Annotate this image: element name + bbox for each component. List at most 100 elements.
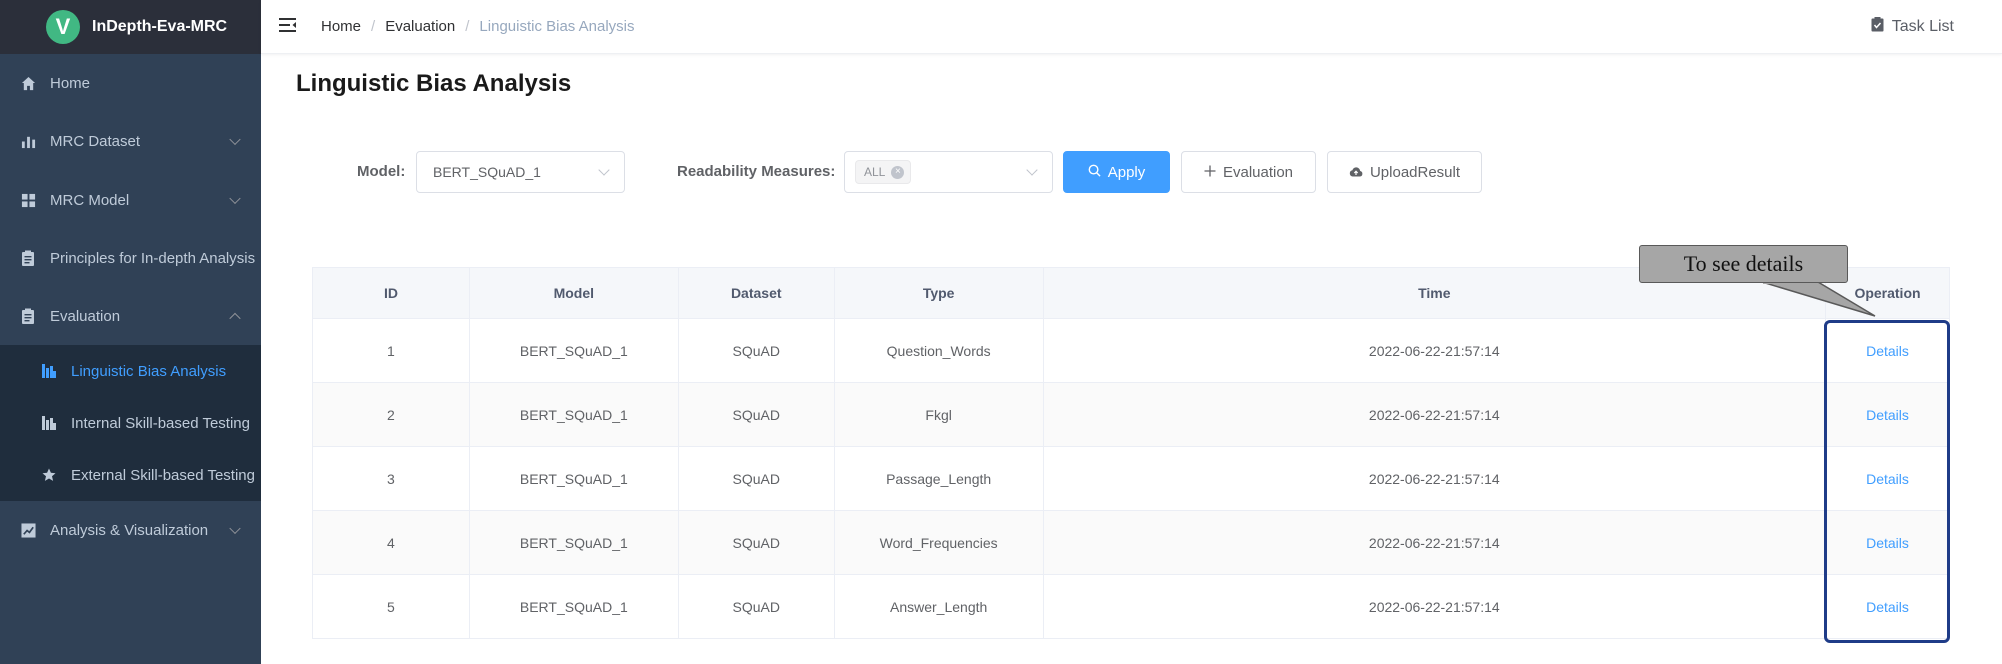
- cell-type: Fkgl: [833, 382, 1044, 447]
- top-navbar: Home / Evaluation / Linguistic Bias Anal…: [261, 0, 2002, 54]
- grid-icon: [20, 192, 36, 208]
- app-logo: V: [46, 10, 80, 44]
- sidebar-item-label: Home: [50, 74, 91, 92]
- table-row: 1 BERT_SQuAD_1 SQuAD Question_Words 2022…: [312, 318, 1950, 383]
- sidebar-item-principles[interactable]: Principles for In-depth Analysis: [0, 229, 261, 287]
- sidebar-item-label: Linguistic Bias Analysis: [71, 362, 227, 380]
- app-title: InDepth-Eva-MRC: [92, 18, 228, 35]
- sidebar: V InDepth-Eva-MRC Home MRC Dataset MRC M…: [0, 0, 261, 664]
- cell-model: BERT_SQuAD_1: [468, 510, 679, 575]
- table-row: 3 BERT_SQuAD_1 SQuAD Passage_Length 2022…: [312, 446, 1950, 511]
- page-title: Linguistic Bias Analysis: [296, 70, 572, 97]
- chevron-up-icon: [229, 312, 241, 325]
- clipboard-icon: [20, 308, 36, 324]
- column-header-id: ID: [312, 267, 470, 319]
- cell-model: BERT_SQuAD_1: [468, 318, 679, 383]
- brand[interactable]: V InDepth-Eva-MRC: [0, 0, 261, 54]
- results-table: ID Model Dataset Type Time Operation 1 B…: [312, 267, 1950, 639]
- sidebar-item-label: MRC Dataset: [50, 132, 141, 150]
- evaluation-button-label: Evaluation: [1222, 163, 1294, 181]
- breadcrumb-separator: /: [371, 18, 376, 35]
- sidebar-item-label: External Skill-based Testing: [71, 466, 255, 484]
- cell-dataset: SQuAD: [677, 382, 835, 447]
- table-row: 2 BERT_SQuAD_1 SQuAD Fkgl 2022-06-22-21:…: [312, 382, 1950, 447]
- search-icon: [1088, 164, 1101, 181]
- cell-type: Answer_Length: [833, 574, 1044, 639]
- sidebar-item-external-skill[interactable]: External Skill-based Testing: [0, 449, 261, 501]
- cell-model: BERT_SQuAD_1: [468, 382, 679, 447]
- chart-bars-icon: [42, 416, 56, 430]
- home-icon: [20, 75, 36, 91]
- table-row: 4 BERT_SQuAD_1 SQuAD Word_Frequencies 20…: [312, 510, 1950, 575]
- operation-highlight-box: [1824, 320, 1950, 643]
- cell-model: BERT_SQuAD_1: [468, 574, 679, 639]
- cell-type: Word_Frequencies: [833, 510, 1044, 575]
- hamburger-icon[interactable]: [279, 17, 297, 33]
- sidebar-item-linguistic-bias[interactable]: Linguistic Bias Analysis: [0, 345, 261, 397]
- task-list-label: Task List: [1891, 18, 1954, 35]
- sidebar-item-mrc-dataset[interactable]: MRC Dataset: [0, 112, 261, 170]
- chart-bars-icon: [42, 364, 56, 378]
- column-header-type: Type: [833, 267, 1044, 319]
- cell-dataset: SQuAD: [677, 510, 835, 575]
- line-chart-icon: [20, 522, 36, 538]
- sidebar-item-label: Evaluation: [50, 307, 121, 325]
- model-select[interactable]: BERT_SQuAD_1: [416, 151, 625, 193]
- breadcrumb-current: Linguistic Bias Analysis: [479, 18, 635, 35]
- cell-time: 2022-06-22-21:57:14: [1042, 510, 1827, 575]
- tag-close-icon[interactable]: ×: [891, 165, 905, 179]
- clipboard-check-icon: [1871, 17, 1884, 37]
- annotation-callout: To see details: [1639, 245, 1848, 283]
- cell-model: BERT_SQuAD_1: [468, 446, 679, 511]
- bar-chart-icon: [20, 133, 36, 149]
- cell-time: 2022-06-22-21:57:14: [1042, 574, 1827, 639]
- sidebar-item-internal-skill[interactable]: Internal Skill-based Testing: [0, 397, 261, 449]
- chevron-down-icon: [229, 192, 241, 205]
- sidebar-item-analysis[interactable]: Analysis & Visualization: [0, 501, 261, 559]
- cell-time: 2022-06-22-21:57:14: [1042, 382, 1827, 447]
- model-select-value: BERT_SQuAD_1: [433, 164, 541, 180]
- chevron-down-icon: [229, 522, 241, 535]
- cell-id: 1: [312, 318, 470, 383]
- cell-id: 4: [312, 510, 470, 575]
- sidebar-item-label: Internal Skill-based Testing: [71, 414, 250, 432]
- apply-button[interactable]: Apply: [1063, 151, 1170, 193]
- upload-result-button[interactable]: UploadResult: [1327, 151, 1482, 193]
- breadcrumb-evaluation[interactable]: Evaluation: [385, 18, 455, 35]
- breadcrumb-home[interactable]: Home: [321, 18, 361, 35]
- breadcrumb: Home / Evaluation / Linguistic Bias Anal…: [321, 18, 635, 35]
- cell-dataset: SQuAD: [677, 446, 835, 511]
- cell-time: 2022-06-22-21:57:14: [1042, 446, 1827, 511]
- table-row: 5 BERT_SQuAD_1 SQuAD Answer_Length 2022-…: [312, 574, 1950, 639]
- model-label: Model:: [357, 163, 406, 180]
- cell-id: 2: [312, 382, 470, 447]
- cell-type: Passage_Length: [833, 446, 1044, 511]
- sidebar-item-evaluation[interactable]: Evaluation: [0, 287, 261, 345]
- readability-select[interactable]: ALL ×: [844, 151, 1053, 193]
- plus-icon: [1204, 164, 1216, 181]
- cell-dataset: SQuAD: [677, 318, 835, 383]
- cloud-upload-icon: [1349, 164, 1363, 181]
- chevron-down-icon: [598, 164, 610, 176]
- cell-id: 5: [312, 574, 470, 639]
- evaluation-button[interactable]: Evaluation: [1181, 151, 1316, 193]
- callout-pointer: [1761, 282, 1876, 317]
- chevron-down-icon: [1026, 164, 1038, 176]
- readability-label: Readability Measures:: [677, 163, 836, 180]
- task-list-button[interactable]: Task List: [1871, 17, 1954, 37]
- upload-result-button-label: UploadResult: [1369, 163, 1461, 181]
- column-header-dataset: Dataset: [677, 267, 835, 319]
- cell-id: 3: [312, 446, 470, 511]
- evaluation-submenu: Linguistic Bias Analysis Internal Skill-…: [0, 345, 261, 501]
- star-icon: [42, 468, 56, 482]
- sidebar-item-mrc-model[interactable]: MRC Model: [0, 171, 261, 229]
- sidebar-item-label: MRC Model: [50, 191, 130, 209]
- breadcrumb-separator: /: [465, 18, 470, 35]
- column-header-model: Model: [468, 267, 679, 319]
- cell-type: Question_Words: [833, 318, 1044, 383]
- cell-time: 2022-06-22-21:57:14: [1042, 318, 1827, 383]
- readability-tag-label: ALL: [864, 165, 886, 179]
- sidebar-item-home[interactable]: Home: [0, 54, 261, 112]
- clipboard-icon: [20, 250, 36, 266]
- readability-tag: ALL ×: [855, 160, 912, 184]
